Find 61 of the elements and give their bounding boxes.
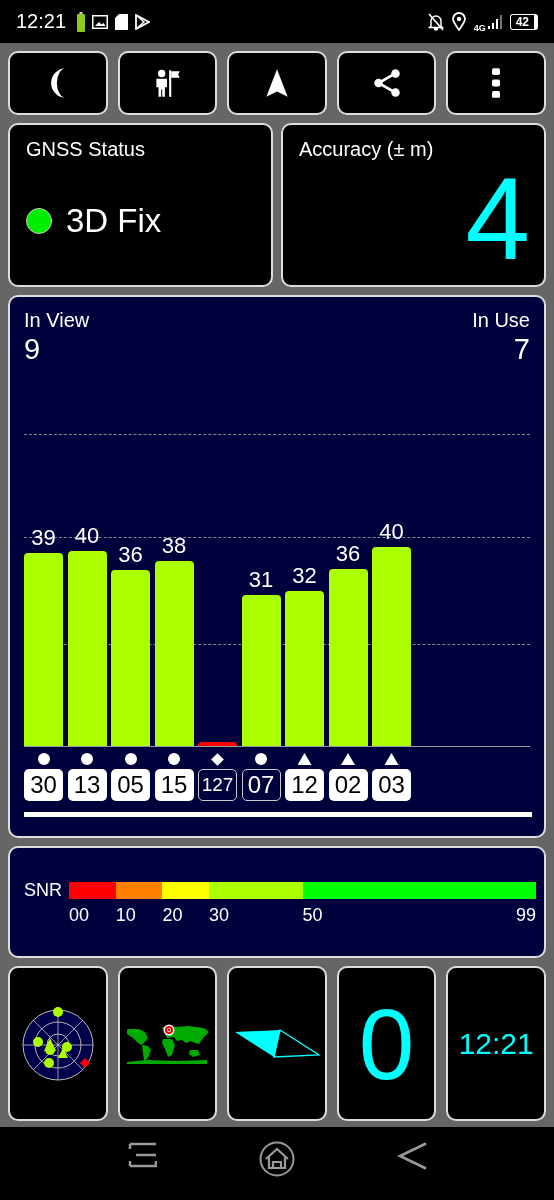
play-icon [135, 13, 151, 30]
in-use-count: 7 [513, 332, 530, 366]
accuracy-value: 4 [465, 161, 530, 277]
satellite-id: 05 [111, 769, 150, 801]
snr-value: 40 [378, 519, 405, 545]
image-icon [92, 14, 109, 29]
label: In View [24, 308, 90, 332]
card-title: Accuracy (± m) [299, 137, 435, 161]
scale-label: 99 [516, 905, 536, 926]
scale-label: 50 [302, 905, 323, 926]
snr-value: 36 [334, 541, 362, 567]
snr-value: 31 [247, 567, 275, 593]
skyplot-button[interactable] [8, 966, 108, 1121]
circle-icon [37, 753, 50, 765]
scale-label: 20 [162, 905, 183, 926]
satellite-id: 03 [372, 769, 411, 801]
network-type: 4G [473, 23, 486, 33]
scale-label: 00 [69, 905, 90, 926]
sd-card-icon [115, 13, 129, 30]
snr-value: 36 [117, 542, 144, 568]
snr-value: 40 [73, 523, 101, 549]
satellite-id: 12 [285, 769, 324, 801]
share-button[interactable] [336, 51, 437, 115]
circle-icon [255, 753, 267, 765]
battery-icon [77, 11, 86, 32]
satellite-id: 02 [328, 769, 368, 801]
bell-off-icon [427, 12, 444, 31]
location-icon [451, 12, 466, 31]
scale-label: 30 [209, 905, 230, 926]
speed-button[interactable]: 0 [336, 966, 437, 1121]
night-mode-button[interactable] [8, 51, 108, 115]
label: In Use [472, 308, 530, 332]
snr-value: 39 [30, 525, 57, 551]
circle-icon [124, 753, 137, 765]
menu-button[interactable] [446, 51, 546, 115]
compass-button[interactable] [227, 966, 327, 1121]
in-view-count: 9 [24, 332, 42, 366]
circle-icon [168, 753, 180, 765]
back-icon[interactable] [397, 1141, 427, 1171]
clock-time: 12:21 [16, 10, 67, 33]
circle-icon [81, 753, 93, 765]
scale-label: 10 [115, 905, 136, 926]
snr-value: 32 [291, 563, 318, 589]
satellite-id: 30 [24, 769, 63, 801]
world-map-button[interactable] [117, 966, 218, 1121]
satellite-id: 13 [67, 769, 107, 801]
battery-level: 42 [509, 13, 538, 30]
card-title: GNSS Status [26, 137, 146, 161]
home-icon[interactable] [259, 1141, 295, 1177]
satellite-id: 15 [154, 769, 194, 801]
more-icon [492, 68, 501, 98]
snr-value: 38 [160, 533, 188, 559]
waypoint-button[interactable] [117, 51, 218, 115]
satellite-id: 07 [241, 769, 281, 801]
snr-label: SNR [24, 882, 61, 902]
clock-button[interactable]: 12:21 [446, 966, 546, 1121]
satellite-id: 127 [198, 769, 237, 801]
fix-status: 3D Fix [66, 202, 162, 240]
moon-icon [49, 68, 66, 98]
navigation-button[interactable] [227, 51, 327, 115]
signal-icon [486, 14, 502, 29]
